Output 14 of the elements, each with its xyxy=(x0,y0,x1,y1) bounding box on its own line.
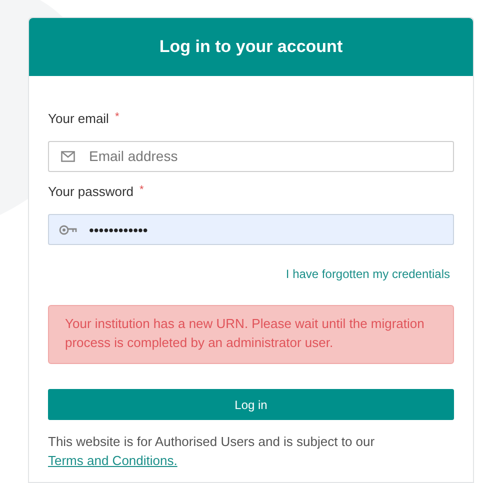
forgot-credentials-link[interactable]: I have forgotten my credentials xyxy=(286,265,450,283)
terms-notice: This website is for Authorised Users and is subject to our Terms and Conditions. xyxy=(48,433,376,470)
login-button[interactable]: Log in xyxy=(48,389,454,420)
email-field[interactable]: Email address xyxy=(48,140,454,172)
error-alert: Your institution has a new URN. Please wait until the migration process is completed by an administrator user. xyxy=(48,305,454,364)
terms-link[interactable]: Terms and Conditions. xyxy=(48,453,178,468)
key-icon xyxy=(59,224,77,234)
field-label: Your password xyxy=(48,182,134,201)
field-label: Your email xyxy=(48,110,109,128)
envelope-icon xyxy=(61,150,75,162)
card-title: Log in to your account xyxy=(159,36,343,58)
required-mark: * xyxy=(140,182,144,198)
password-field[interactable]: •••••••••••• xyxy=(48,214,454,245)
required-mark: * xyxy=(114,110,120,125)
